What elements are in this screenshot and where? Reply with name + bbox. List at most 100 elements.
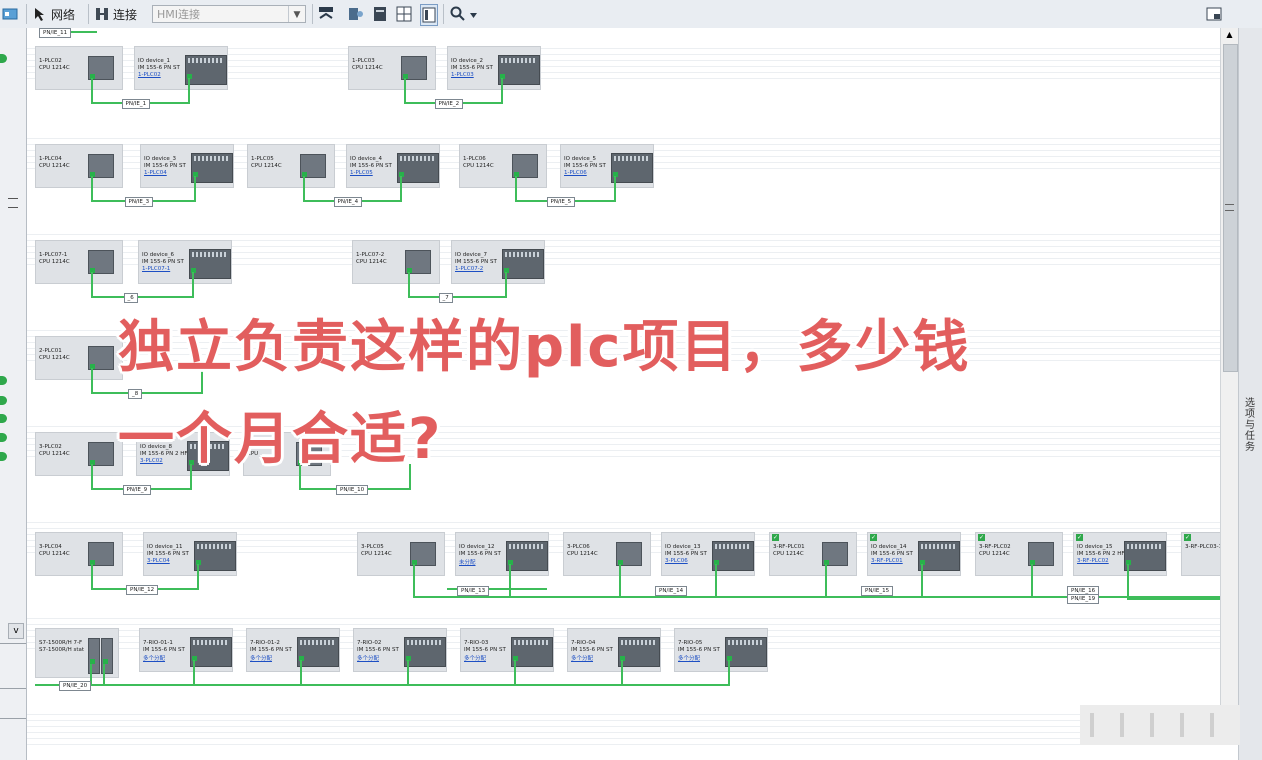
device-name: IO device_15 <box>1077 544 1113 550</box>
panel-layout-icon[interactable] <box>1206 4 1222 24</box>
network-line <box>1127 598 1220 600</box>
plc-device[interactable]: 3-PLC CPU <box>243 432 331 476</box>
assigned-controller-link[interactable]: 3-RF-PLC02 <box>1077 558 1109 564</box>
assigned-controller-link[interactable]: 1-PLC04 <box>144 170 167 176</box>
assigned-controller-link[interactable]: 多个分配 <box>357 654 379 662</box>
status-indicator <box>0 396 7 405</box>
network-label[interactable]: PN/IE_9 <box>122 485 152 495</box>
io-device[interactable]: IO device_3 IM 155-6 PN ST 1-PLC04 <box>140 144 234 188</box>
zoom-dropdown-icon[interactable] <box>469 6 478 22</box>
network-label[interactable]: PN/IE_1 <box>121 99 151 109</box>
plc-device[interactable]: 2-PLC01 CPU 1214C <box>35 336 123 380</box>
plc-device[interactable]: 3-PLC04 CPU 1214C <box>35 532 123 576</box>
overview-toggle-icon[interactable] <box>420 4 438 26</box>
io-device[interactable]: 7-RIO-01-1 IM 155-6 PN ST 多个分配 <box>139 628 233 672</box>
network-label[interactable]: _8 <box>128 389 143 399</box>
scroll-up-icon[interactable]: ▲ <box>1223 30 1236 42</box>
io-device[interactable]: IO device_15 IM 155-6 PN 2 HF 3-RF-PLC02 <box>1073 532 1167 576</box>
network-tool-icon[interactable] <box>2 4 18 24</box>
network-button[interactable]: 网络 <box>32 4 75 24</box>
assigned-controller-link[interactable]: 多个分配 <box>464 654 486 662</box>
redundant-controller[interactable]: S7-1500R/H 7-F S7-1500R/H stat <box>35 628 119 678</box>
network-line <box>91 78 93 102</box>
network-label[interactable]: PN/IE_2 <box>434 99 464 109</box>
io-device[interactable]: 7-RIO-01-2 IM 155-6 PN ST 多个分配 <box>246 628 340 672</box>
assigned-controller-link[interactable]: 1-PLC07-2 <box>455 266 483 272</box>
io-device[interactable]: IO device_4 IM 155-6 PN ST 1-PLC05 <box>346 144 440 188</box>
io-device[interactable]: IO device_11 IM 155-6 PN ST 3-PLC04 <box>143 532 237 576</box>
assigned-controller-link[interactable]: 多个分配 <box>143 654 165 662</box>
network-label[interactable]: _7 <box>438 293 453 303</box>
assigned-controller-link[interactable]: 3-PLC02 <box>140 458 163 464</box>
network-label[interactable]: PN/IE_5 <box>546 197 576 207</box>
assigned-controller-link[interactable]: 未分配 <box>459 558 476 566</box>
network-label[interactable]: PN/IE_14 <box>655 586 688 596</box>
show-module-icon[interactable] <box>348 4 364 24</box>
io-device[interactable]: IO device_7 IM 155-6 PN ST 1-PLC07-2 <box>451 240 545 284</box>
connect-button[interactable]: 连接 <box>94 4 137 24</box>
plc-device[interactable]: 3-RF-PLC02 CPU 1214C <box>975 532 1063 576</box>
assigned-controller-link[interactable]: 1-PLC03 <box>451 72 474 78</box>
network-label[interactable]: _6 <box>123 293 138 303</box>
network-label[interactable]: PN/IE_12 <box>126 585 159 595</box>
plc-device[interactable]: 1-PLC03 CPU 1214C <box>348 46 436 90</box>
device-list-icon[interactable] <box>372 4 388 24</box>
assigned-controller-link[interactable]: 多个分配 <box>678 654 700 662</box>
network-label[interactable]: PN/IE_11 <box>39 28 72 38</box>
network-label[interactable]: PN/IE_10 <box>336 485 369 495</box>
plc-device[interactable]: 3-PLC06 CPU 1214C <box>563 532 651 576</box>
assigned-controller-link[interactable]: 1-PLC02 <box>138 72 161 78</box>
connect-label: 连接 <box>113 7 138 22</box>
io-device[interactable]: 7-RIO-02 IM 155-6 PN ST 多个分配 <box>353 628 447 672</box>
plc-device[interactable]: 1-PLC04 CPU 1214C <box>35 144 123 188</box>
scroll-down-icon[interactable]: v <box>8 623 24 639</box>
splitter-handle[interactable] <box>8 198 18 208</box>
io-device[interactable]: 7-RIO-05 IM 155-6 PN ST 多个分配 <box>674 628 768 672</box>
network-label[interactable]: PN/IE_3 <box>124 197 154 207</box>
assigned-controller-link[interactable]: 多个分配 <box>250 654 272 662</box>
io-module-icon <box>187 441 229 471</box>
assigned-controller-link[interactable]: 1-PLC05 <box>350 170 373 176</box>
address-icon[interactable] <box>318 4 334 24</box>
watermark-bar <box>1120 713 1124 737</box>
network-label[interactable]: PN/IE_4 <box>333 197 363 207</box>
io-device[interactable]: 7-RIO-03 IM 155-6 PN ST 多个分配 <box>460 628 554 672</box>
network-label[interactable]: PN/IE_15 <box>861 586 894 596</box>
device-type: IM 155-6 PN ST <box>571 647 613 653</box>
thumb-grip-icon <box>1225 204 1234 211</box>
assigned-controller-link[interactable]: 多个分配 <box>571 654 593 662</box>
plc-device[interactable]: 1-PLC07-1 CPU 1214C <box>35 240 123 284</box>
status-check-icon: ✓ <box>772 534 779 541</box>
grid-view-icon[interactable] <box>396 4 412 24</box>
plc-device[interactable]: 1-PLC05 CPU 1214C <box>247 144 335 188</box>
network-label[interactable]: PN/IE_20 <box>59 681 92 691</box>
plc-device[interactable]: 1-PLC07-2 CPU 1214C <box>352 240 440 284</box>
task-card-tab[interactable]: 选项与任务 <box>1238 28 1262 760</box>
assigned-controller-link[interactable]: 1-PLC06 <box>564 170 587 176</box>
plc-device[interactable]: 1-PLC02 CPU 1214C <box>35 46 123 90</box>
io-device[interactable]: 7-RIO-04 IM 155-6 PN ST 多个分配 <box>567 628 661 672</box>
network-label[interactable]: PN/IE_19 <box>1067 594 1100 604</box>
plc-device[interactable]: 3-PLC02 CPU 1214C <box>35 432 123 476</box>
plc-device[interactable]: 3-PLC05 CPU 1214C <box>357 532 445 576</box>
io-device[interactable]: IO device_1 IM 155-6 PN ST 1-PLC02 <box>134 46 228 90</box>
assigned-controller-link[interactable]: 3-RF-PLC01 <box>871 558 903 564</box>
assigned-controller-link[interactable]: 3-PLC04 <box>147 558 170 564</box>
io-device[interactable]: IO device_6 IM 155-6 PN ST 1-PLC07-1 <box>138 240 232 284</box>
io-device[interactable]: IO device_13 IM 155-6 PN ST 3-PLC06 <box>661 532 755 576</box>
assigned-controller-link[interactable]: 3-PLC06 <box>665 558 688 564</box>
io-device[interactable]: IO device_12 IM 155-6 PN ST 未分配 <box>455 532 549 576</box>
vertical-scrollbar[interactable]: ▲ <box>1220 28 1239 732</box>
network-label[interactable]: PN/IE_13 <box>457 586 490 596</box>
plc-device[interactable]: 1-PLC06 CPU 1214C <box>459 144 547 188</box>
assigned-controller-link[interactable]: 1-PLC07-1 <box>142 266 170 272</box>
connection-type-select[interactable]: HMI连接 ▼ <box>152 5 306 23</box>
io-device[interactable]: IO device_5 IM 155-6 PN ST 1-PLC06 <box>560 144 654 188</box>
io-device[interactable]: IO device_14 IM 155-6 PN ST 3-RF-PLC01 <box>867 532 961 576</box>
plc-device[interactable]: 3-RF-PLC01 CPU 1214C <box>769 532 857 576</box>
zoom-icon[interactable] <box>450 4 478 24</box>
io-device[interactable]: IO device_2 IM 155-6 PN ST 1-PLC03 <box>447 46 541 90</box>
io-device[interactable]: IO device_8 IM 155-6 PN 2 HF 3-PLC02 <box>136 432 230 476</box>
network-canvas[interactable]: PN/IE_11 1-PLC02 CPU 1214C IO device_1 IM 15… <box>27 28 1220 760</box>
chevron-down-icon[interactable]: ▼ <box>288 6 305 22</box>
